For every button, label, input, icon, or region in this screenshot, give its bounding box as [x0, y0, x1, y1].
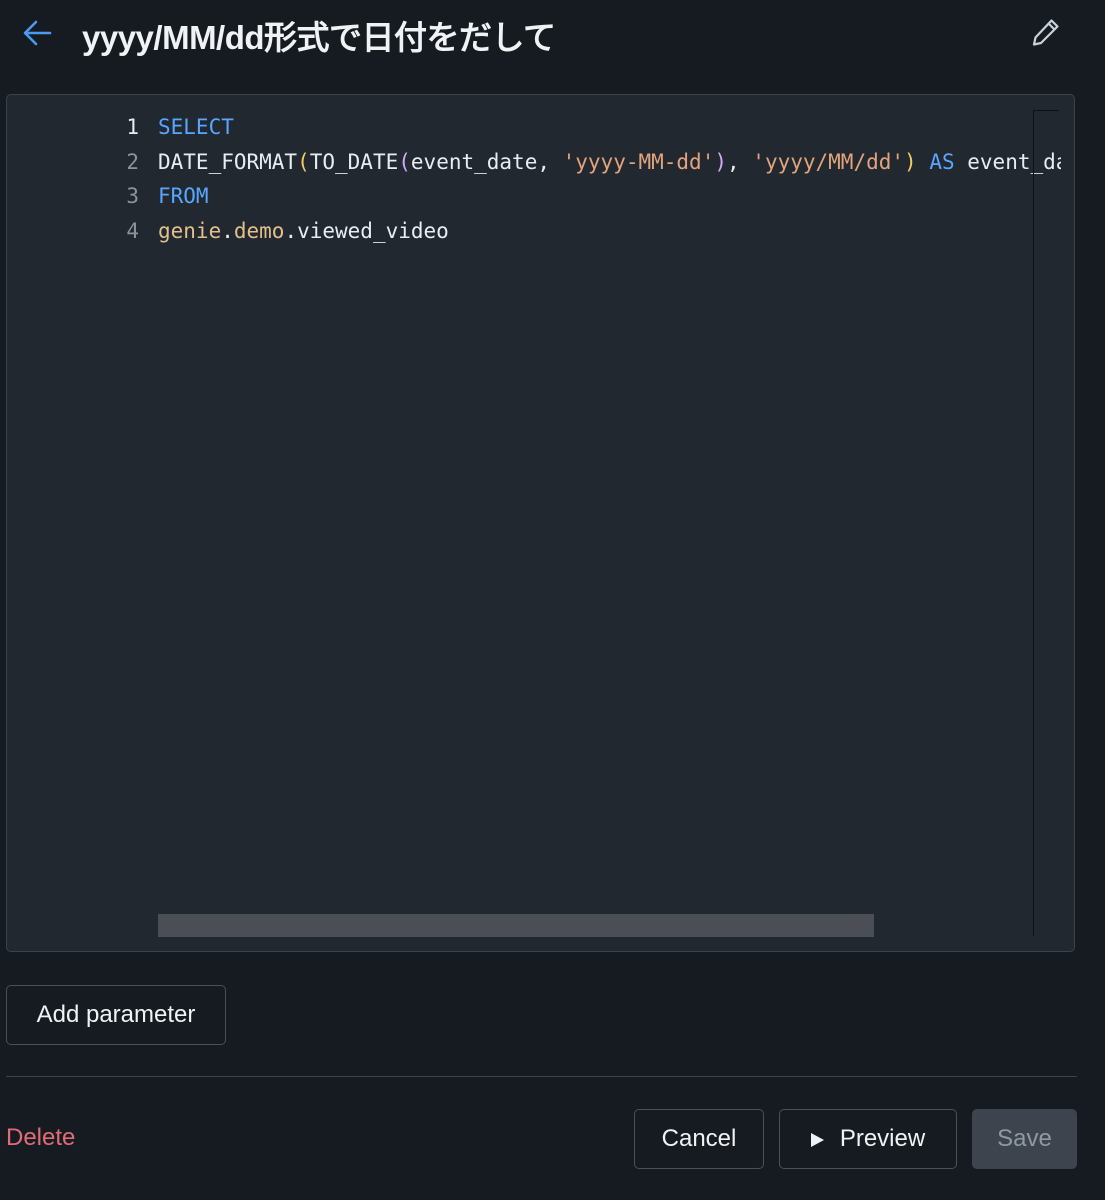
back-button[interactable]: [18, 14, 56, 52]
preview-label: Preview: [839, 1125, 926, 1152]
page-title: yyyy/MM/dd形式で日付をだして: [82, 19, 556, 56]
line-number: 3: [126, 184, 139, 208]
code-viewport[interactable]: 1 SELECT 2 DATE_FORMAT(TO_DATE(event_date, …: [7, 95, 1061, 915]
line-number: 4: [126, 218, 139, 243]
minimap-divider: [1033, 110, 1034, 936]
code-token: 'yyyy-MM-dd': [562, 149, 715, 174]
code-token: .viewed_video: [284, 218, 449, 243]
code-token: FROM: [158, 184, 209, 208]
edit-title-button[interactable]: [1026, 12, 1066, 52]
cancel-button[interactable]: Cancel: [634, 1109, 764, 1169]
header-bar: yyyy/MM/dd形式で日付をだして: [0, 0, 1105, 66]
code-token: .: [221, 218, 234, 243]
code-token: ): [714, 149, 727, 174]
code-text: SELECT: [158, 110, 234, 145]
line-number: 1: [126, 115, 139, 139]
code-token: AS: [929, 149, 955, 174]
code-text: FROM: [158, 179, 209, 214]
code-token: ,: [727, 149, 753, 174]
horizontal-scrollbar[interactable]: [158, 914, 874, 937]
add-parameter-button[interactable]: Add parameter: [6, 985, 226, 1045]
code-token: demo: [233, 218, 285, 243]
code-token: 'yyyy/MM/dd': [752, 149, 905, 174]
footer-divider: [6, 1076, 1077, 1077]
code-token: (: [398, 149, 411, 174]
save-label: Save: [997, 1125, 1052, 1152]
code-token: event_date,: [410, 149, 563, 174]
sql-editor[interactable]: 1 SELECT 2 DATE_FORMAT(TO_DATE(event_date, …: [6, 94, 1075, 952]
delete-button[interactable]: Delete: [6, 1124, 75, 1152]
code-token: ): [904, 149, 917, 174]
code-text: genie.demo.viewed_video: [158, 214, 449, 249]
code-token: event_date: [967, 149, 1061, 174]
line-number: 2: [126, 149, 139, 174]
pencil-icon: [1032, 19, 1059, 46]
code-token: DATE_FORMAT: [158, 149, 298, 174]
code-token: TO_DATE: [309, 149, 399, 174]
save-button[interactable]: Save: [972, 1109, 1077, 1169]
code-token: genie: [158, 218, 222, 243]
minimap-border: [1033, 110, 1059, 111]
preview-button[interactable]: Preview: [779, 1109, 957, 1169]
code-token: SELECT: [158, 115, 234, 139]
code-text: DATE_FORMAT(TO_DATE(event_date, 'yyyy-MM…: [158, 145, 1061, 180]
arrow-left-icon: [23, 20, 52, 46]
play-icon: [810, 1132, 824, 1147]
cancel-label: Cancel: [661, 1125, 737, 1152]
code-token: (: [297, 149, 310, 174]
